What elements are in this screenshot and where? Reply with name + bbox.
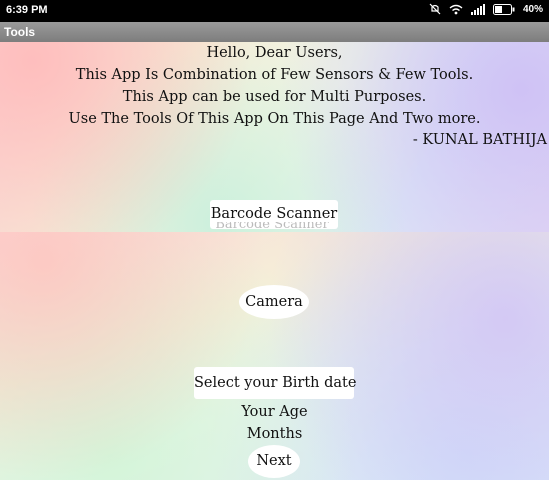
intro-signature: - KUNAL BATHIJA [412,132,547,148]
intro-line-3: This App can be used for Multi Purposes. [122,89,427,105]
battery-percent: 40% [522,3,543,15]
select-birth-date-button[interactable]: Select your Birth date [194,367,356,399]
app-bar: Tools [0,22,549,42]
status-icons: 40% [429,3,543,15]
alarm-off-icon [429,3,441,15]
background-bottom [0,232,549,480]
months-text: Months [246,426,303,442]
status-time: 6:39 PM [6,4,48,16]
intro-line-2: This App Is Combination of Few Sensors &… [75,67,474,83]
app-title: Tools [4,25,36,39]
barcode-scanner-reflection: Barcode Scanner [215,222,329,232]
signal-icon [470,3,485,15]
intro-line-4: Use The Tools Of This App On This Page A… [68,111,481,127]
your-age-text: Your Age [241,404,308,420]
main-content: Hello, Dear Users, This App Is Combinati… [0,42,549,480]
intro-greeting: Hello, Dear Users, [206,45,343,61]
camera-button[interactable]: Camera [239,285,309,319]
next-button[interactable]: Next [248,445,300,478]
status-bar: 6:39 PM 40% [0,0,549,22]
wifi-icon [449,4,463,14]
battery-icon [492,3,515,15]
